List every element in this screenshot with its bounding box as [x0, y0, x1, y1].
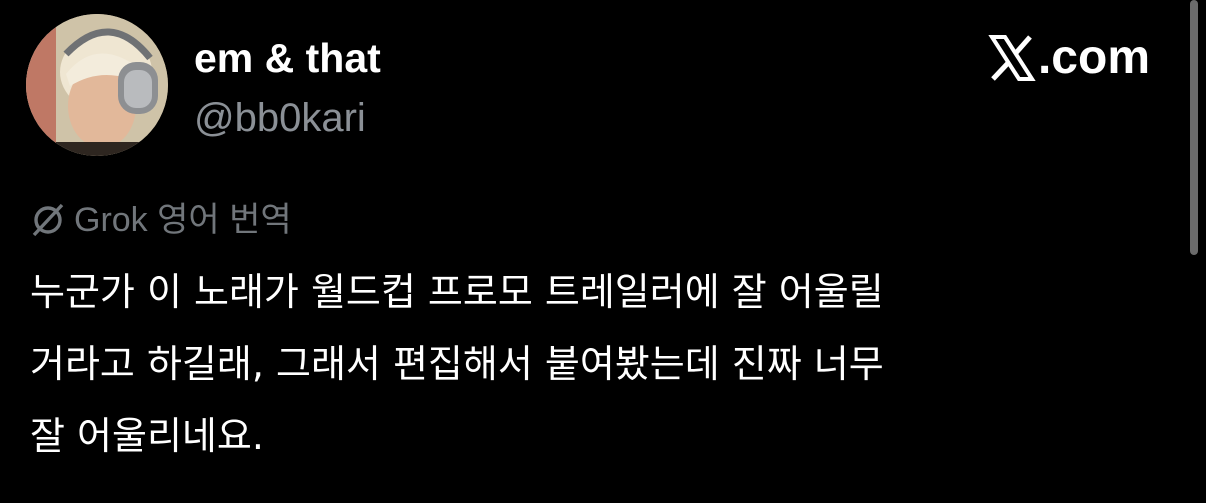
tweet-line: 누군가 이 노래가 월드컵 프로모 트레일러에 잘 어울릴 — [30, 270, 884, 314]
translation-label: Grok 영어 번역 — [74, 201, 292, 239]
user-avatar-icon — [26, 14, 168, 156]
grok-icon — [32, 203, 64, 237]
x-logo-icon — [988, 35, 1036, 81]
avatar[interactable] — [26, 14, 168, 156]
brand-domain: .com — [1037, 31, 1150, 84]
tweet-line: 잘 어울리네요. — [30, 414, 264, 458]
scrollbar[interactable] — [1190, 0, 1198, 255]
tweet-text: 누군가 이 노래가 월드컵 프로모 트레일러에 잘 어울릴 거라고 하길래, 그… — [30, 256, 1160, 472]
x-brand: .com — [988, 30, 1150, 86]
author-handle[interactable]: @bb0kari — [194, 93, 366, 143]
tweet-line: 거라고 하길래, 그래서 편집해서 붙여봤는데 진짜 너무 — [30, 342, 884, 386]
author-display-name[interactable]: em & that — [194, 32, 381, 84]
grok-translate-link[interactable]: Grok 영어 번역 — [30, 198, 292, 242]
